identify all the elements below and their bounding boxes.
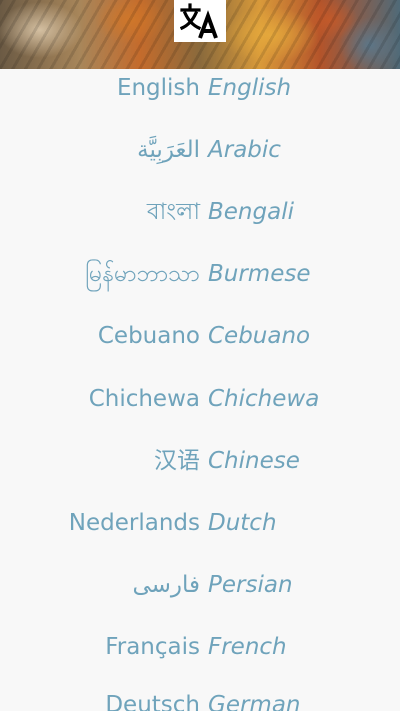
english-name: Chichewa — [208, 386, 320, 412]
language-item-bengali[interactable]: বাংলা Bengali — [0, 192, 400, 232]
native-name: Cebuano — [97, 323, 200, 349]
english-name: Chinese — [208, 448, 300, 474]
language-item-cebuano[interactable]: Cebuano Cebuano — [0, 316, 400, 356]
native-name: Deutsch — [105, 692, 200, 711]
app-logo — [174, 0, 226, 42]
english-name: Arabic — [208, 137, 281, 163]
english-name: German — [208, 692, 301, 711]
english-name: English — [208, 75, 292, 101]
language-item-persian[interactable]: فارسی Persian — [0, 565, 400, 605]
native-name: 汉语 — [154, 448, 200, 474]
language-item-german[interactable]: Deutsch German — [0, 685, 400, 711]
translate-icon — [180, 3, 218, 39]
header-banner — [0, 0, 400, 69]
language-item-burmese[interactable]: မြန်မာဘာသာ Burmese — [0, 254, 400, 294]
native-name: বাংলা — [146, 199, 200, 225]
native-name: မြန်မာဘာသာ — [85, 261, 200, 287]
native-name: العَرَبِيَّة — [137, 137, 200, 163]
language-item-dutch[interactable]: Nederlands Dutch — [0, 503, 400, 543]
native-name: Nederlands — [68, 510, 200, 536]
native-name: Chichewa — [88, 386, 200, 412]
language-item-french[interactable]: Français French — [0, 627, 400, 667]
english-name: Persian — [208, 572, 293, 598]
native-name: فارسی — [132, 572, 200, 598]
native-name: English — [116, 75, 200, 101]
english-name: Cebuano — [208, 323, 311, 349]
english-name: Dutch — [208, 510, 277, 536]
english-name: French — [208, 634, 287, 660]
english-name: Burmese — [208, 261, 311, 287]
native-name: Français — [105, 634, 200, 660]
english-name: Bengali — [208, 199, 294, 225]
language-item-arabic[interactable]: العَرَبِيَّة Arabic — [0, 130, 400, 170]
language-item-chichewa[interactable]: Chichewa Chichewa — [0, 379, 400, 419]
language-item-chinese[interactable]: 汉语 Chinese — [0, 441, 400, 481]
language-item-english[interactable]: English English — [0, 69, 400, 108]
language-list: English English العَرَبِيَّة Arabic বাংল… — [0, 69, 400, 711]
